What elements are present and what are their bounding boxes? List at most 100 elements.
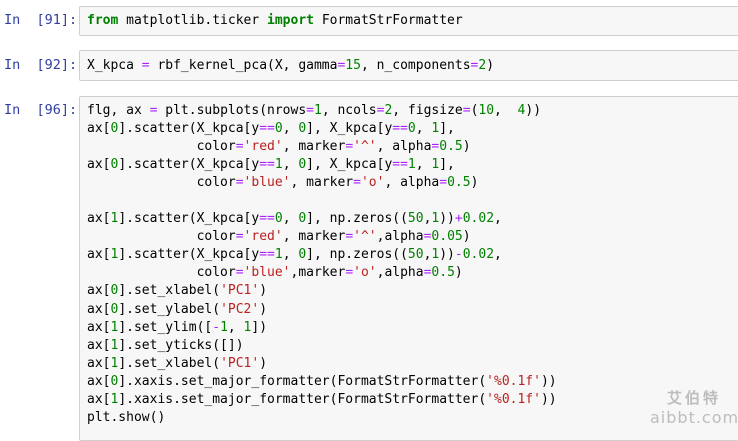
code-token: = <box>345 265 354 281</box>
code-line: plt.show() <box>87 409 738 427</box>
code-token: flg, ax <box>87 103 150 118</box>
code-token: from <box>87 13 119 28</box>
code-token: ], np.zeros(( <box>306 247 408 263</box>
code-token: , alpha <box>376 139 432 155</box>
code-token: ax[ <box>87 301 111 317</box>
code-token: 2 <box>478 58 487 73</box>
code-token: color <box>87 265 236 281</box>
code-token: ) <box>259 301 268 317</box>
code-token: 0 <box>298 247 307 263</box>
code-token: ax[ <box>87 337 111 353</box>
code-token: 1 <box>274 157 283 173</box>
code-token: == <box>259 121 275 137</box>
code-token: , <box>494 103 518 118</box>
code-token: - <box>212 319 221 335</box>
code-token: )) <box>540 391 557 407</box>
code-token: , <box>415 157 432 173</box>
code-token: ].scatter(X_kpca[y <box>118 247 260 263</box>
code-token: 'PC1' <box>220 355 260 371</box>
code-token: FormatStrFormatter <box>314 13 463 28</box>
code-area[interactable]: from matplotlib.ticker import FormatStrF… <box>80 7 738 30</box>
code-token: ) <box>470 175 479 191</box>
code-token: plt.subplots(nrows <box>157 103 307 118</box>
code-token: 'blue' <box>243 265 291 281</box>
code-token: import <box>267 13 314 28</box>
code-token: 0.02 <box>462 211 495 227</box>
code-token: , <box>227 319 244 335</box>
code-token: ].xaxis.set_major_formatter(FormatStrFor… <box>118 391 487 407</box>
code-token: 0.5 <box>439 139 463 155</box>
code-line: ax[1].xaxis.set_major_formatter(FormatSt… <box>87 391 738 409</box>
code-token: 0.5 <box>431 265 455 281</box>
code-token: ]) <box>251 319 268 335</box>
code-token: ].set_yticks([]) <box>118 337 244 353</box>
code-line: ax[0].set_ylabel('PC2') <box>87 301 738 319</box>
code-token: 0 <box>298 121 307 137</box>
code-token: ax[ <box>87 283 111 299</box>
code-token: , figsize <box>392 103 463 118</box>
code-token: , <box>282 157 299 173</box>
watermark-logo: 艾伯特 aibbt.com <box>650 388 738 432</box>
code-line: color='red', marker='^',alpha=0.05) <box>87 228 738 246</box>
code-input[interactable]: X_kpca = rbf_kernel_pca(X, gamma=15, n_c… <box>79 50 738 81</box>
code-token: ) <box>259 355 268 371</box>
code-token: 1 <box>407 157 416 173</box>
code-token: color <box>87 229 236 245</box>
code-token: ,alpha <box>376 265 424 281</box>
code-token: , <box>415 121 432 137</box>
code-token: ], np.zeros(( <box>306 211 408 227</box>
code-token: , ncols <box>321 103 377 118</box>
code-token: 0.05 <box>431 229 463 245</box>
code-line: ax[0].xaxis.set_major_formatter(FormatSt… <box>87 373 738 391</box>
code-token: ], X_kpca[y <box>306 121 393 137</box>
code-token: X_kpca <box>87 58 142 73</box>
code-token: ].scatter(X_kpca[y <box>118 121 260 137</box>
code-token: ].set_xlabel( <box>118 355 221 371</box>
code-line: ax[1].set_yticks([]) <box>87 337 738 355</box>
code-token: ,alpha <box>376 229 424 245</box>
code-token: 1 <box>314 103 322 118</box>
code-token: ax[ <box>87 373 111 389</box>
code-area[interactable]: X_kpca = rbf_kernel_pca(X, gamma=15, n_c… <box>80 51 738 75</box>
watermark-title: 艾伯特 <box>666 389 721 407</box>
code-token: '%0.1f' <box>486 373 541 389</box>
code-token: 0 <box>298 211 307 227</box>
code-token: 'PC2' <box>220 301 260 317</box>
code-token: ) <box>462 139 471 155</box>
code-token: plt.show() <box>87 409 166 425</box>
code-token: 10 <box>478 103 495 118</box>
code-token: 15 <box>345 58 361 73</box>
code-token: 'o' <box>360 175 385 191</box>
code-token: '^' <box>353 229 377 245</box>
code-token: ], X_kpca[y <box>306 157 393 173</box>
code-token: ,marker <box>290 265 346 281</box>
code-input[interactable]: from matplotlib.ticker import FormatStrF… <box>79 6 738 36</box>
code-token: , <box>494 211 502 227</box>
watermark-url: aibbt.com <box>650 408 738 427</box>
code-line: ax[0].scatter(X_kpca[y==0, 0], X_kpca[y=… <box>87 120 738 138</box>
code-token: = <box>462 103 471 118</box>
cell-prompt: In [96]: <box>4 102 78 118</box>
code-token: ) <box>533 103 542 118</box>
code-token: ].set_ylabel( <box>118 301 221 317</box>
code-token: ) <box>454 265 463 281</box>
code-token: , alpha <box>384 175 440 191</box>
code-line: ax[1].scatter(X_kpca[y==0, 0], np.zeros(… <box>87 210 738 228</box>
code-line: X_kpca = rbf_kernel_pca(X, gamma=15, n_c… <box>87 57 738 75</box>
code-token: 'PC1' <box>220 283 260 299</box>
code-token: ax[ <box>87 211 111 227</box>
code-token: '%0.1f' <box>486 391 541 407</box>
code-token: + <box>454 211 463 227</box>
code-token: = <box>235 175 244 191</box>
code-token: == <box>259 157 275 173</box>
code-token: 0 <box>298 157 307 173</box>
code-token: ].scatter(X_kpca[y <box>118 157 260 173</box>
code-token: ax[ <box>87 247 111 263</box>
code-token: , marker <box>290 175 354 191</box>
code-token: 1 <box>274 247 283 263</box>
code-input[interactable]: flg, ax = plt.subplots(nrows=1, ncols=2,… <box>79 96 738 441</box>
code-area[interactable]: flg, ax = plt.subplots(nrows=1, ncols=2,… <box>80 97 738 427</box>
code-token: , n_components <box>360 58 471 73</box>
code-token: ax[ <box>87 121 111 137</box>
